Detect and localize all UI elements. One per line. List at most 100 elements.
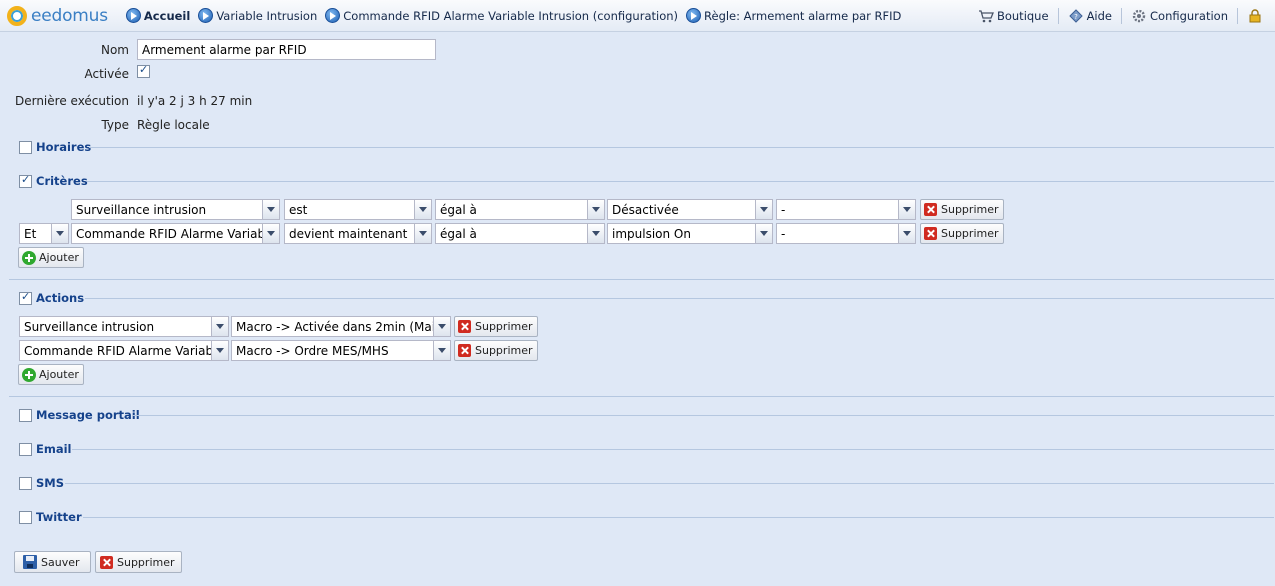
- arrow-right-icon: [125, 8, 141, 23]
- criteria-1-extra-select[interactable]: -: [776, 199, 916, 220]
- add-icon: [22, 367, 36, 382]
- breadcrumb-rule[interactable]: Règle: Armement alarme par RFID: [686, 8, 901, 23]
- criteres-title: Critères: [36, 174, 88, 188]
- add-label: Ajouter: [39, 251, 79, 264]
- combo-value: égal à: [440, 226, 477, 241]
- criteres-checkbox[interactable]: [19, 173, 32, 188]
- chevron-down-icon[interactable]: [587, 200, 604, 219]
- actions-checkbox[interactable]: [19, 290, 32, 305]
- action-2-device-select[interactable]: Commande RFID Alarme Variable I: [19, 340, 229, 361]
- action-1-command-select[interactable]: Macro -> Activée dans 2min (Mail +: [231, 316, 451, 337]
- criteria-1-value-select[interactable]: Désactivée: [607, 199, 773, 220]
- combo-value: est: [289, 202, 308, 217]
- name-row: Nom: [1, 39, 436, 60]
- action-2-command-select[interactable]: Macro -> Ordre MES/MHS: [231, 340, 451, 361]
- section-message-portail[interactable]: Message portail: [19, 408, 140, 422]
- email-checkbox[interactable]: [19, 442, 32, 456]
- lock-link[interactable]: [1238, 8, 1275, 24]
- chevron-down-icon[interactable]: [262, 224, 279, 243]
- active-label: Activée: [84, 67, 129, 81]
- save-icon: [23, 555, 37, 569]
- type-row: Type Règle locale: [1, 118, 210, 132]
- breadcrumb-label: Commande RFID Alarme Variable Intrusion …: [343, 8, 679, 23]
- section-sms[interactable]: SMS: [19, 476, 64, 490]
- cart-icon: [978, 10, 994, 23]
- action-1-device-select[interactable]: Surveillance intrusion: [19, 316, 229, 337]
- actions-title: Actions: [36, 291, 85, 305]
- criteria-1-operator-select[interactable]: égal à: [435, 199, 605, 220]
- add-label: Ajouter: [39, 368, 79, 381]
- breadcrumb-rfid-configuration[interactable]: Commande RFID Alarme Variable Intrusion …: [325, 8, 678, 23]
- combo-value: devient maintenant: [289, 226, 408, 241]
- section-divider: [89, 147, 1274, 148]
- chevron-down-icon[interactable]: [433, 341, 450, 360]
- section-divider: [85, 298, 1274, 299]
- type-label: Type: [101, 118, 129, 132]
- type-value: Règle locale: [137, 118, 210, 132]
- chevron-down-icon[interactable]: [51, 224, 68, 243]
- horaires-checkbox[interactable]: [19, 140, 32, 154]
- chevron-down-icon[interactable]: [262, 200, 279, 219]
- criteria-2-verb-select[interactable]: devient maintenant: [284, 223, 432, 244]
- delete-label: Supprimer: [475, 344, 533, 357]
- delete-rule-button[interactable]: Supprimer: [95, 551, 182, 573]
- section-criteres[interactable]: Critères: [19, 173, 88, 188]
- name-input[interactable]: [137, 39, 436, 60]
- chevron-down-icon[interactable]: [898, 224, 915, 243]
- action-1-delete-button[interactable]: Supprimer: [454, 316, 538, 337]
- criteria-2-extra-select[interactable]: -: [776, 223, 916, 244]
- breadcrumb-label: Règle: Armement alarme par RFID: [704, 8, 902, 23]
- chevron-down-icon[interactable]: [211, 317, 228, 336]
- breadcrumb-variable-intrusion[interactable]: Variable Intrusion: [198, 8, 317, 23]
- combo-value: égal à: [440, 202, 477, 217]
- add-action-button[interactable]: Ajouter: [18, 364, 84, 385]
- criteria-2-device-select[interactable]: Commande RFID Alarme Variable I: [71, 223, 280, 244]
- chevron-down-icon[interactable]: [587, 224, 604, 243]
- section-actions[interactable]: Actions: [19, 290, 85, 305]
- svg-text:?: ?: [1074, 13, 1078, 21]
- criteria-1-delete-button[interactable]: Supprimer: [920, 199, 1004, 220]
- combo-value: Commande RFID Alarme Variable I: [24, 343, 211, 358]
- message-portail-checkbox[interactable]: [19, 408, 32, 422]
- chevron-down-icon[interactable]: [755, 224, 772, 243]
- section-horaires[interactable]: Horaires: [19, 140, 91, 154]
- twitter-checkbox[interactable]: [19, 510, 32, 524]
- criteria-2-delete-button[interactable]: Supprimer: [920, 223, 1004, 244]
- sms-checkbox[interactable]: [19, 476, 32, 490]
- shop-link[interactable]: Boutique: [969, 8, 1059, 24]
- help-link[interactable]: ? Aide: [1059, 8, 1122, 24]
- criteria-2-value-select[interactable]: impulsion On: [607, 223, 773, 244]
- last-execution-label: Dernière exécution: [14, 94, 129, 108]
- chevron-down-icon[interactable]: [414, 200, 431, 219]
- action-2-delete-button[interactable]: Supprimer: [454, 340, 538, 361]
- criteria-2-operator-select[interactable]: égal à: [435, 223, 605, 244]
- gear-icon: [1132, 9, 1146, 23]
- delete-icon: [924, 227, 937, 240]
- add-criteria-button[interactable]: Ajouter: [18, 247, 84, 268]
- section-twitter[interactable]: Twitter: [19, 510, 82, 524]
- chevron-down-icon[interactable]: [414, 224, 431, 243]
- horaires-title: Horaires: [36, 140, 92, 154]
- section-divider: [65, 483, 1274, 484]
- sms-title: SMS: [36, 476, 65, 490]
- top-navigation-bar: eedomus Accueil Variable Intrusion Comma…: [0, 0, 1275, 32]
- section-divider: [132, 415, 1274, 416]
- arrow-right-icon: [325, 8, 341, 23]
- criteria-1-device-select[interactable]: Surveillance intrusion: [71, 199, 280, 220]
- combo-value: Surveillance intrusion: [76, 202, 207, 217]
- criteria-1-verb-select[interactable]: est: [284, 199, 432, 220]
- name-label: Nom: [100, 42, 129, 57]
- help-label: Aide: [1086, 9, 1112, 23]
- eedomus-logo[interactable]: eedomus: [7, 5, 108, 26]
- criteria-2-connector-select[interactable]: Et: [19, 223, 69, 244]
- chevron-down-icon[interactable]: [898, 200, 915, 219]
- chevron-down-icon[interactable]: [211, 341, 228, 360]
- active-row: Activée: [1, 63, 150, 81]
- breadcrumb-home[interactable]: Accueil: [125, 8, 190, 23]
- section-email[interactable]: Email: [19, 442, 71, 456]
- configuration-link[interactable]: Configuration: [1122, 8, 1238, 24]
- chevron-down-icon[interactable]: [433, 317, 450, 336]
- chevron-down-icon[interactable]: [755, 200, 772, 219]
- active-checkbox[interactable]: [137, 63, 150, 78]
- save-button[interactable]: Sauver: [14, 551, 91, 573]
